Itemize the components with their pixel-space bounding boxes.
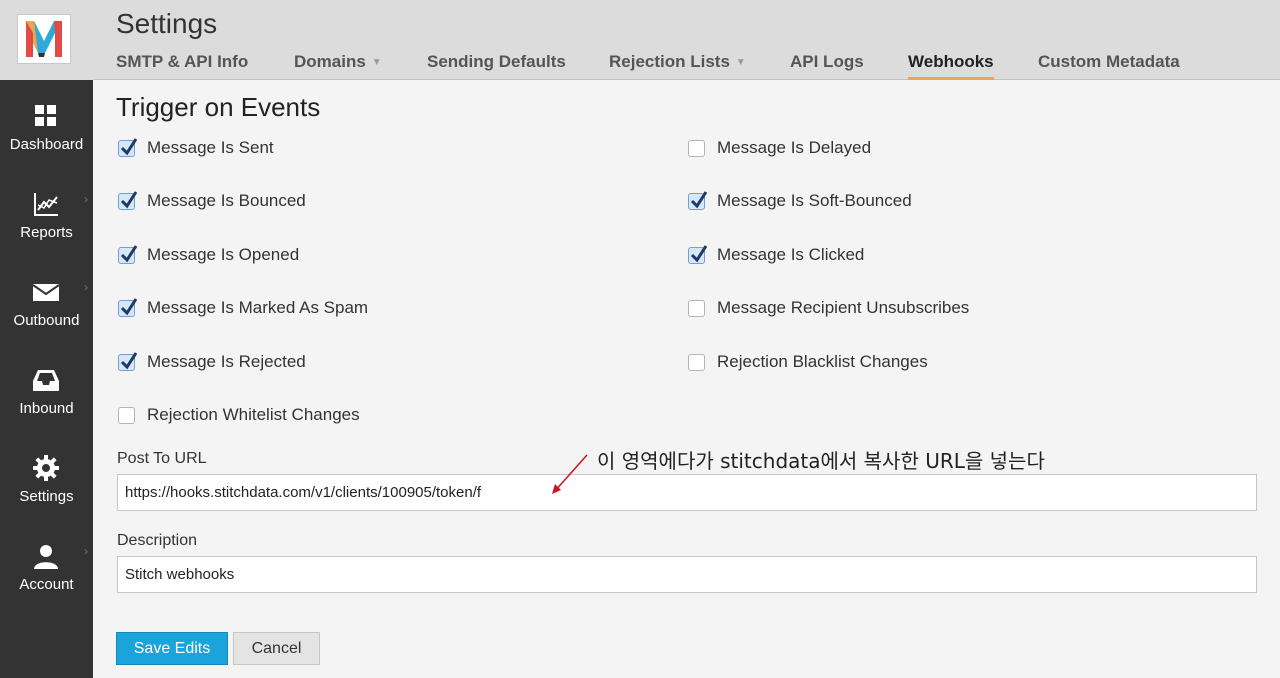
checkbox[interactable] <box>688 299 705 317</box>
annotation-arrow-icon <box>552 454 588 494</box>
checkbox-label: Message Is Sent <box>147 138 274 157</box>
tab-label: API Logs <box>790 52 864 71</box>
sidebar-item-outbound[interactable]: › Outbound <box>0 256 93 344</box>
checkbox-label: Rejection Blacklist Changes <box>717 352 928 371</box>
cancel-button[interactable]: Cancel <box>233 632 320 665</box>
tab-label: Domains <box>294 52 366 71</box>
sidebar-item-label: Settings <box>19 488 74 505</box>
tab-label: Rejection Lists <box>609 52 730 71</box>
sidebar-item-label: Inbound <box>19 400 74 417</box>
post-url-label: Post To URL <box>117 450 207 467</box>
description-input[interactable] <box>117 556 1257 593</box>
mandrill-logo[interactable] <box>17 14 71 64</box>
event-checkbox-row[interactable]: Message Is Bounced <box>118 189 306 213</box>
checkbox-checked[interactable] <box>118 190 138 210</box>
checkbox-label: Message Is Opened <box>147 245 300 264</box>
tab-domains[interactable]: Domains ▼ <box>294 52 382 80</box>
sidebar-item-dashboard[interactable]: Dashboard <box>0 80 93 168</box>
checkmark-icon <box>120 190 138 208</box>
checkbox-label: Message Is Clicked <box>717 245 865 264</box>
checkbox-checked[interactable] <box>118 351 138 371</box>
checkbox-label: Message Is Soft-Bounced <box>717 191 912 210</box>
checkbox[interactable] <box>118 406 135 424</box>
checkbox-label: Message Is Rejected <box>147 352 306 371</box>
checkbox[interactable] <box>688 353 705 371</box>
sidebar-item-label: Account <box>19 576 74 593</box>
checkbox-label: Message Is Bounced <box>147 191 306 210</box>
chevron-right-icon: › <box>84 544 88 558</box>
tab-custom-metadata[interactable]: Custom Metadata <box>1038 52 1180 80</box>
chevron-down-icon: ▼ <box>371 57 382 68</box>
sidebar-item-label: Outbound <box>13 312 80 329</box>
page-title: Settings <box>116 8 218 39</box>
event-checkbox-row[interactable]: Message Is Marked As Spam <box>118 296 368 320</box>
checkmark-icon <box>120 244 138 262</box>
event-checkbox-row[interactable]: Message Recipient Unsubscribes <box>688 296 969 320</box>
checkbox-checked[interactable] <box>118 244 138 264</box>
checkmark-icon <box>120 297 138 315</box>
checkbox-label: Message Recipient Unsubscribes <box>717 298 970 317</box>
section-title: Trigger on Events <box>116 92 321 122</box>
event-checkbox-row[interactable]: Rejection Whitelist Changes <box>118 403 360 427</box>
save-edits-button[interactable]: Save Edits <box>116 632 228 665</box>
checkbox-checked[interactable] <box>118 137 138 157</box>
tab-webhooks[interactable]: Webhooks <box>908 52 994 80</box>
logo-area <box>0 0 93 80</box>
event-checkbox-row[interactable]: Message Is Delayed <box>688 136 871 160</box>
checkbox-checked[interactable] <box>688 244 708 264</box>
checkmark-icon <box>120 137 138 155</box>
checkbox-label: Message Is Delayed <box>717 138 872 157</box>
header: Settings SMTP & API Info Domains ▼ Sendin… <box>93 0 1280 80</box>
checkbox-checked[interactable] <box>688 190 708 210</box>
sidebar-item-label: Dashboard <box>9 136 84 153</box>
sidebar-item-account[interactable]: › Account <box>0 520 93 608</box>
event-checkbox-row[interactable]: Rejection Blacklist Changes <box>688 350 928 374</box>
tab-rejection-lists[interactable]: Rejection Lists ▼ <box>609 52 746 80</box>
checkbox-checked[interactable] <box>118 297 138 317</box>
tab-smtp-api-info[interactable]: SMTP & API Info <box>116 52 248 80</box>
chevron-right-icon: › <box>84 280 88 294</box>
chevron-down-icon: ▼ <box>735 57 746 68</box>
checkmark-icon <box>690 190 708 208</box>
event-checkbox-row[interactable]: Message Is Soft-Bounced <box>688 189 912 213</box>
sidebar-item-settings[interactable]: Settings <box>0 432 93 520</box>
sidebar-item-reports[interactable]: › Reports <box>0 168 93 256</box>
tab-label: Webhooks <box>908 52 994 71</box>
event-checkbox-row[interactable]: Message Is Rejected <box>118 350 306 374</box>
sidebar-item-inbound[interactable]: Inbound <box>0 344 93 432</box>
checkbox-label: Message Is Marked As Spam <box>147 298 369 317</box>
tab-sending-defaults[interactable]: Sending Defaults <box>427 52 566 80</box>
gear-icon <box>33 455 59 481</box>
sidebar: Dashboard › Reports › Outbound Inbound S… <box>0 0 93 678</box>
checkmark-icon <box>120 351 138 369</box>
annotation-text: 이 영역에다가 stitchdata에서 복사한 URL을 넣는다 <box>597 449 1045 473</box>
description-label: Description <box>117 532 198 549</box>
tab-label: Custom Metadata <box>1038 52 1180 71</box>
event-checkbox-row[interactable]: Message Is Clicked <box>688 243 864 267</box>
tab-api-logs[interactable]: API Logs <box>790 52 864 80</box>
grid-icon <box>35 105 56 126</box>
envelope-icon <box>32 284 60 301</box>
chevron-right-icon: › <box>84 192 88 206</box>
checkbox-label: Rejection Whitelist Changes <box>147 405 360 424</box>
user-icon <box>34 545 58 569</box>
checkmark-icon <box>690 244 708 262</box>
sidebar-item-label: Reports <box>20 224 73 241</box>
chart-icon <box>34 193 58 216</box>
checkbox[interactable] <box>688 139 705 157</box>
tab-label: SMTP & API Info <box>116 52 249 71</box>
event-checkbox-row[interactable]: Message Is Sent <box>118 136 274 160</box>
inbox-icon <box>33 370 59 391</box>
post-url-input[interactable] <box>117 474 1257 511</box>
tab-label: Sending Defaults <box>427 52 566 71</box>
event-checkbox-row[interactable]: Message Is Opened <box>118 243 299 267</box>
